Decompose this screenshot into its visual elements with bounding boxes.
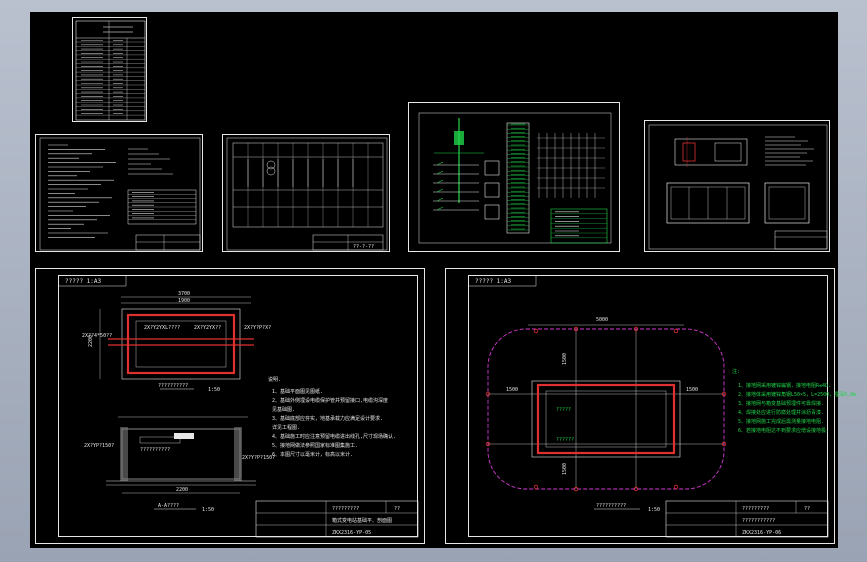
foundation-note-line-2: 见基础图.: [272, 406, 295, 413]
foundation-note-line-6: 5、接地网做法参照国家标准图集施工.: [272, 442, 358, 449]
foundation-note-line-7: 6、本图尺寸以毫米计，标高以米计.: [272, 451, 353, 458]
ground-note-line-2: 3、接地网与箱变基础预埋件可靠焊接.: [738, 400, 824, 407]
ground-label-1: ?????: [556, 407, 571, 413]
sheet-foundation[interactable]: ????? 1:A3 3700 1900 2200 2X?Y2YXL???? 2…: [35, 268, 425, 544]
foundation-note-line-1: 2、基础外侧埋设电缆保护管并预留接口,电缆沟深度: [272, 397, 388, 404]
dim-vert-bottom: 1500: [562, 463, 568, 475]
ground-notes-title: 注:: [732, 368, 740, 375]
plan-wire-left: 2X??4*50??: [82, 333, 112, 339]
section-scale: 1:50: [202, 507, 214, 513]
sheet-wiring-graphic: [418, 112, 612, 244]
section-label-left: 2X?YP?150?: [84, 443, 114, 449]
notes-title: 说明.: [268, 376, 281, 383]
plan-cable-label-2: 2X?Y2YX??: [194, 325, 221, 331]
sheet-grounding[interactable]: ????? 1:A3 5000 1500 1500 1500 1500 ????…: [445, 268, 859, 544]
section-note: ??????????: [140, 447, 170, 453]
dim-top: 3700: [178, 291, 190, 297]
tb-right-title: ???????????: [742, 518, 775, 524]
dim-vert-top: 1500: [562, 353, 568, 365]
ground-caption: ??????????: [596, 503, 626, 509]
tb-left-project: ?????????: [332, 506, 359, 512]
grounding-drawing: 5000 1500 1500 1500 1500 ????? ?????? ??…: [468, 275, 859, 538]
foundation-note-line-3: 3、基础底部应夯实，地基承载力应满足设计要求.: [272, 415, 383, 422]
sheet-single-line[interactable]: ??-?-??: [222, 134, 390, 252]
plan-caption: ??????????: [158, 383, 188, 389]
tb-right-sheetno: ??: [804, 506, 810, 512]
dim-top-sub: 1900: [178, 298, 190, 304]
sheet-elevation-graphic: [648, 124, 828, 250]
tb-left-drawno: ZKX2316-YP-05: [332, 530, 371, 536]
foundation-drawing: 3700 1900 2200 2X?Y2YXL???? 2X?Y2YX?? 2X…: [58, 275, 419, 538]
ground-scale: 1:50: [648, 507, 660, 513]
drawing-viewport[interactable]: ??-?-?? ????? 1:A3 3700 1900 2200 2X?Y2Y…: [30, 12, 859, 548]
plan-scale: 1:50: [208, 387, 220, 393]
foundation-note-line-5: 4、基础施工时应注意预留电缆进出线孔,尺寸现场确认.: [272, 433, 396, 440]
plan-wire-right: 2X?Y?P?X?: [244, 325, 271, 331]
sheet2-title: ??-?-??: [353, 244, 374, 250]
ground-note-line-3: 4、焊接处应进行防腐处理并涂沥青漆.: [738, 409, 824, 416]
sheet-notes-1[interactable]: [35, 134, 203, 252]
foundation-note-line-0: 1、基础平面图见图纸.: [272, 388, 323, 395]
dim-top-5000: 5000: [596, 317, 608, 323]
ground-note-line-0: 1、接地网采用镀锌扁钢，接地电阻R≤4Ω.: [738, 382, 831, 389]
dim-right-1500: 1500: [686, 387, 698, 393]
sheet-wiring[interactable]: [408, 102, 620, 252]
tb-left-sheetno: ??: [394, 506, 400, 512]
plan-cable-label-1: 2X?Y2YXL????: [144, 325, 180, 331]
dim-bottom: 2200: [176, 487, 188, 493]
sheet-elevation[interactable]: [644, 120, 830, 252]
foundation-note-line-4: 详见工程图.: [272, 424, 300, 431]
ground-note-line-4: 5、接地网施工完成后需测量接地电阻.: [738, 418, 824, 425]
section-caption: A-A????: [158, 503, 179, 509]
section-label-right: 2X?Y?P?150?: [242, 455, 275, 461]
ground-label-2: ??????: [556, 437, 574, 443]
ground-note-line-1: 2、接地体采用镀锌角钢L50×5，L=2500，埋深0.8m.: [738, 391, 859, 398]
sheet-single-line-graphic: ??-?-??: [226, 137, 388, 251]
ground-note-line-5: 6、若接地电阻达不到要求应增设接地极.: [738, 427, 829, 434]
index-table-graphic: [75, 20, 146, 121]
tb-right-project: ?????????: [742, 506, 769, 512]
sheet-index-table[interactable]: [72, 17, 147, 122]
dim-left-1500: 1500: [506, 387, 518, 393]
sheet-notes-1-graphic: [39, 137, 201, 251]
tb-left-title: 箱式变电站基础平、剖面图: [332, 517, 392, 524]
tb-right-drawno: ZKX2316-YP-06: [742, 530, 781, 536]
